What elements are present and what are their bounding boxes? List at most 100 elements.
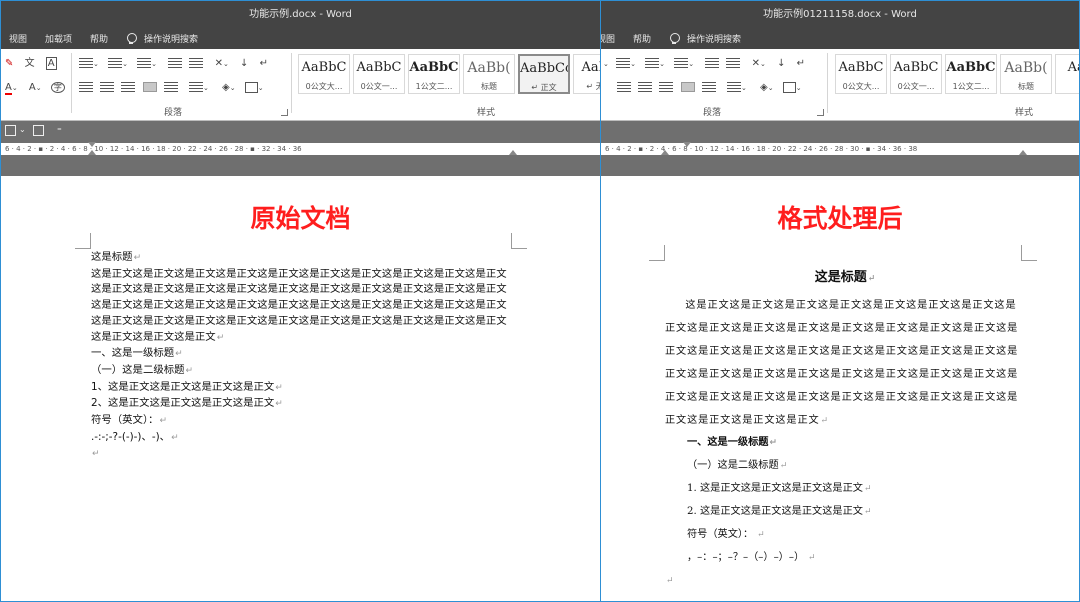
decrease-indent-icon[interactable] (168, 58, 183, 68)
borders-icon[interactable] (244, 81, 258, 93)
doc-title: 这是标题↵ (814, 270, 876, 285)
divider (71, 53, 72, 113)
decrease-indent-icon[interactable] (705, 58, 720, 68)
tell-me-search[interactable]: 操作说明搜索 (126, 32, 198, 45)
style-3[interactable]: AaBb(标题 (1000, 54, 1052, 94)
style-5[interactable]: AaBb ↵ 无间 (573, 54, 600, 94)
multilevel-list-icon[interactable] (674, 58, 689, 68)
numbering-icon[interactable] (645, 58, 660, 68)
paragraph: 这是正文这是正文这是正文这是正文这是正文这是正文这是正文这是正文这是正文这是正文… (91, 267, 507, 343)
style-sample: AaBbC (838, 60, 884, 75)
shading-icon[interactable]: ◈ (760, 82, 768, 93)
styles-group-label: 样式 (1015, 108, 1034, 118)
paragraph: 符号（英文）：↵ (91, 414, 168, 427)
sort-icon[interactable]: ↓ (777, 58, 785, 69)
tell-me-label: 操作说明搜索 (144, 35, 199, 45)
style-1[interactable]: AaBbC 0公文一... (353, 54, 405, 94)
menu-view[interactable]: 视图 (9, 32, 27, 45)
horizontal-ruler[interactable]: 6 · 4 · 2 · ▪ · 2 · 4 · 6 · 8 · 10 · 12 … (601, 142, 1079, 156)
sort-icon[interactable]: ↓ (240, 58, 248, 69)
horizontal-ruler[interactable]: 6 · 4 · 2 · ▪ · 2 · 4 · 6 · 8 · 10 · 12 … (1, 142, 600, 156)
right-indent-icon[interactable] (1019, 150, 1027, 155)
align-left-icon[interactable] (79, 82, 93, 92)
justify-icon[interactable] (680, 82, 695, 92)
dropdown-icon[interactable]: ⌄ (19, 125, 26, 134)
symbols-line: ，–：–；–？–（–）–）–） ↵ (687, 551, 816, 563)
show-marks-icon[interactable]: ↵ (797, 58, 805, 69)
save-icon[interactable] (33, 125, 44, 136)
align-center-icon[interactable] (100, 82, 115, 92)
style-0[interactable]: AaBbC 0公文大... (835, 54, 887, 94)
paragraph: 一、这是一级标题↵ (91, 347, 183, 360)
ribbon: ⌄ ⌄ ⌄ ⌄ ✕⌄ ↓ ↵ ⌄ ◈⌄ ⌄ 段落 AaBbC 0公文大... AaB… (601, 49, 1079, 121)
borders-icon[interactable] (782, 81, 796, 93)
bullets-icon[interactable] (79, 58, 93, 68)
style-3[interactable]: AaBb( 标题 (463, 54, 515, 94)
font-tools: ✎ 文 A (5, 57, 57, 71)
line-spacing-icon[interactable] (726, 82, 741, 92)
char-shading-icon[interactable]: A (29, 82, 36, 93)
hanging-indent-icon[interactable] (661, 150, 669, 155)
first-line-indent-icon[interactable] (683, 142, 691, 147)
symbols-label: 符号（英文）： ↵ (687, 529, 765, 541)
style-sample: AaBbCcI (520, 61, 568, 76)
original-document-text[interactable]: 这是标题↵ 这是正文这是正文这是正文这是正文这是正文这是正文这是正文这是正文这是正… (91, 250, 513, 463)
style-0[interactable]: AaBbC 0公文大... (298, 54, 350, 94)
chinese-layout-icon[interactable]: ✕ (752, 58, 760, 69)
line-spacing-icon[interactable] (188, 82, 203, 92)
paragraph: ↵ (92, 449, 100, 460)
view-icon[interactable] (5, 125, 16, 136)
numbering-icon[interactable] (108, 58, 123, 68)
right-indent-icon[interactable] (509, 150, 517, 155)
bullets-icon[interactable] (616, 58, 631, 68)
menu-bar: 视图 帮助 操作说明搜索 (601, 28, 1079, 49)
align-left-icon[interactable] (617, 82, 631, 92)
style-1[interactable]: AaBbC 0公文一... (890, 54, 942, 94)
highlight-icon[interactable]: ✎ (5, 58, 13, 69)
menu-view[interactable]: 视图 (601, 32, 615, 45)
style-2[interactable]: AaBbC 1公文二... (945, 54, 997, 94)
first-line-indent-icon[interactable] (88, 142, 96, 147)
multilevel-list-icon[interactable] (137, 58, 152, 68)
distributed-icon[interactable] (163, 82, 178, 92)
menu-addins[interactable]: 加载项 (45, 32, 72, 45)
quick-access-bar (601, 121, 1079, 142)
show-marks-icon[interactable]: ↵ (260, 58, 268, 69)
align-right-icon[interactable] (659, 82, 674, 92)
align-right-icon[interactable] (121, 82, 136, 92)
paragraph-launcher-icon[interactable] (817, 109, 824, 116)
menu-help[interactable]: 帮助 (90, 32, 108, 45)
style-name: 1公文二... (952, 82, 990, 91)
more-icon[interactable]: ₌ (57, 124, 62, 134)
enclose-char-icon[interactable]: 字 (50, 82, 65, 93)
distributed-icon[interactable] (701, 82, 716, 92)
menu-help[interactable]: 帮助 (633, 32, 651, 45)
chinese-layout-icon[interactable]: ✕ (215, 58, 223, 69)
style-sample: AaBbC (893, 60, 939, 75)
style-name: 标题 (481, 82, 497, 91)
char-border-icon[interactable]: A (45, 57, 57, 70)
style-sample: AaBb( (467, 60, 511, 76)
heading-level-2: （一）这是二级标题↵ (687, 460, 788, 472)
increase-indent-icon[interactable] (726, 58, 741, 68)
style-2[interactable]: AaBbC 1公文二... (408, 54, 460, 94)
style-sample: AaBbC (356, 60, 402, 75)
divider (291, 53, 292, 113)
justify-icon[interactable] (142, 82, 157, 92)
tell-me-search[interactable]: 操作说明搜索 (669, 32, 741, 45)
hanging-indent-icon[interactable] (88, 150, 96, 155)
shading-icon[interactable]: ◈ (222, 82, 230, 93)
paragraph-tools-row2: ⌄ ◈⌄ ⌄ (617, 81, 802, 95)
paragraph: 1、这是正文这是正文这是正文这是正文↵ (91, 380, 283, 393)
font-color-icon[interactable]: A (5, 82, 12, 95)
style-sample: AaBb( (1004, 60, 1048, 76)
align-center-icon[interactable] (638, 82, 653, 92)
paragraph-launcher-icon[interactable] (281, 109, 288, 116)
phonetic-icon[interactable]: 文 (25, 58, 35, 69)
styles-group-label: 样式 (477, 108, 496, 118)
increase-indent-icon[interactable] (189, 58, 204, 68)
paragraph: 2、这是正文这是正文这是正文这是正文↵ (91, 397, 283, 410)
formatted-document-text[interactable]: 这是标题↵ 这是正文这是正文这是正文这是正文这是正文这是正文这是正文这是正文这是… (665, 264, 1025, 593)
style-4[interactable]: AaB (1055, 54, 1079, 94)
style-4[interactable]: AaBbCcI ↵ 正文 (518, 54, 570, 94)
